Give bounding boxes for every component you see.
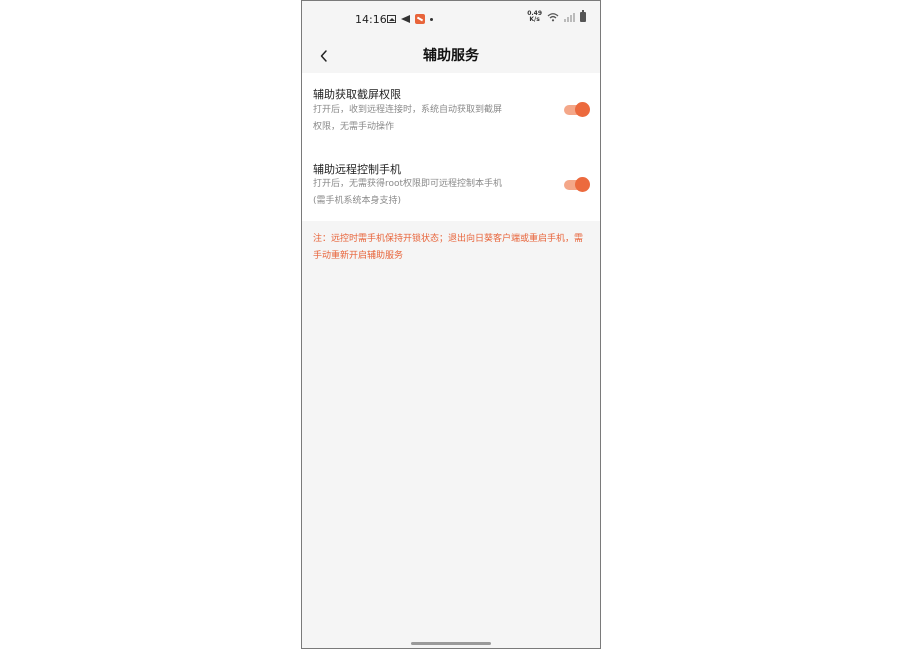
setting-title: 辅助远程控制手机 <box>313 163 401 176</box>
toggle-knob <box>575 102 590 117</box>
app-header: 辅助服务 <box>302 37 600 73</box>
setting-description-line: 打开后，收到远程连接时，系统自动获取到截屏 <box>313 105 503 115</box>
setting-description: 打开后，无需获得root权限即可远程控制本手机 (需手机系统本身支持) <box>313 176 513 210</box>
page-title: 辅助服务 <box>423 48 479 64</box>
setting-description-line: (需手机系统本身支持) <box>313 196 402 206</box>
setting-title: 辅助获取截屏权限 <box>313 88 401 101</box>
dot-icon <box>430 17 433 21</box>
net-speed-unit: K/s <box>529 16 540 23</box>
remote-control-toggle[interactable] <box>564 177 590 192</box>
screenshot-permission-toggle[interactable] <box>564 102 590 117</box>
image-icon <box>387 15 396 23</box>
battery-icon <box>580 10 586 22</box>
net-speed: 0.49 K/s <box>527 11 542 23</box>
settings-card: 辅助获取截屏权限 打开后，收到远程连接时，系统自动获取到截屏 权限，无需手动操作… <box>302 73 600 221</box>
setting-description-line: 打开后，无需获得root权限即可远程控制本手机 <box>313 179 503 189</box>
note-text: 注：远控时需手机保持开锁状态；退出向日葵客户端或重启手机，需 手动重新开启辅助服… <box>313 231 591 265</box>
notification-icons <box>387 14 433 24</box>
setting-screenshot-permission: 辅助获取截屏权限 打开后，收到远程连接时，系统自动获取到截屏 权限，无需手动操作 <box>302 73 600 147</box>
status-time: 14:16 <box>355 13 387 26</box>
status-bar: 14:16 0.49 K/s <box>302 1 600 37</box>
setting-description: 打开后，收到远程连接时，系统自动获取到截屏 权限，无需手动操作 <box>313 102 513 136</box>
app-notification-icon <box>415 14 425 24</box>
setting-description-line: 权限，无需手动操作 <box>313 122 395 132</box>
phone-screen: 14:16 0.49 K/s 辅助服务 辅助获取截屏权限 打开后，收到远程连接时… <box>301 0 601 649</box>
system-icons: 0.49 K/s <box>527 10 586 23</box>
navigation-handle[interactable] <box>411 642 491 645</box>
note-line: 注：远控时需手机保持开锁状态；退出向日葵客户端或重启手机，需 <box>313 234 584 244</box>
signal-icon <box>564 12 575 22</box>
toggle-knob <box>575 177 590 192</box>
setting-remote-control: 辅助远程控制手机 打开后，无需获得root权限即可远程控制本手机 (需手机系统本… <box>302 147 600 221</box>
wifi-icon <box>547 13 559 22</box>
send-icon <box>401 15 410 23</box>
note-line: 手动重新开启辅助服务 <box>313 251 404 261</box>
